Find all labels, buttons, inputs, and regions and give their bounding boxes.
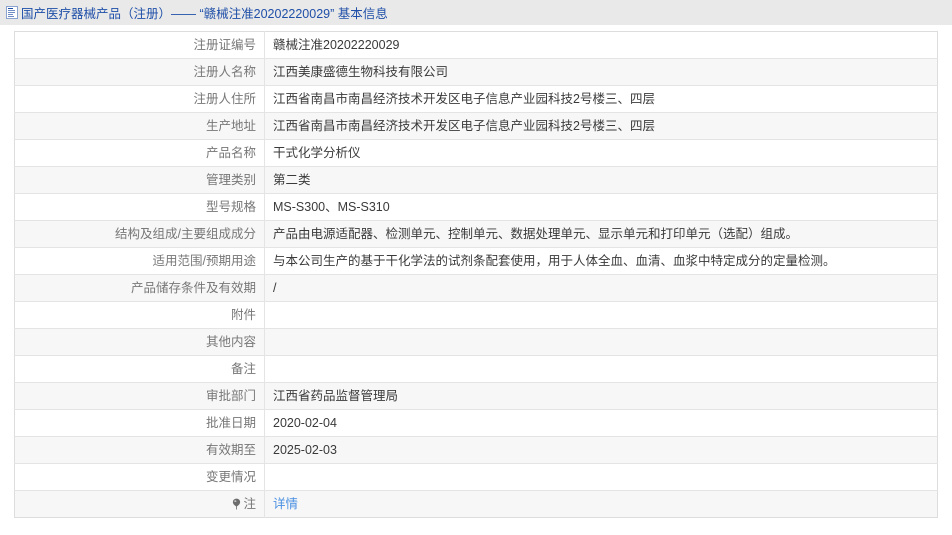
row-value: 江西美康盛德生物科技有限公司: [264, 58, 938, 86]
row-value: 2020-02-04: [264, 409, 938, 437]
page-header: 国产医疗器械产品（注册）—— “赣械注准20202220029” 基本信息: [0, 0, 952, 25]
document-page-icon: [6, 6, 18, 19]
product-info-table: 注册证编号 赣械注准20202220029 注册人名称 江西美康盛德生物科技有限…: [14, 31, 938, 518]
note-label-cell: 注: [14, 490, 265, 518]
row-label: 批准日期: [14, 409, 265, 437]
row-label: 适用范围/预期用途: [14, 247, 265, 275]
table-row: 注册人住所 江西省南昌市南昌经济技术开发区电子信息产业园科技2号楼三、四层: [14, 85, 938, 113]
table-row-note: 注 详情: [14, 490, 938, 518]
row-value: [264, 463, 938, 491]
row-label: 有效期至: [14, 436, 265, 464]
table-row: 产品储存条件及有效期 /: [14, 274, 938, 302]
table-row: 附件: [14, 301, 938, 329]
row-label: 变更情况: [14, 463, 265, 491]
table-row: 注册人名称 江西美康盛德生物科技有限公司: [14, 58, 938, 86]
table-row: 注册证编号 赣械注准20202220029: [14, 31, 938, 59]
row-label: 管理类别: [14, 166, 265, 194]
row-value: 第二类: [264, 166, 938, 194]
row-value: 赣械注准20202220029: [264, 31, 938, 59]
table-row: 其他内容: [14, 328, 938, 356]
row-label: 备注: [14, 355, 265, 383]
row-value: 产品由电源适配器、检测单元、控制单元、数据处理单元、显示单元和打印单元（选配）组…: [264, 220, 938, 248]
row-value: MS-S300、MS-S310: [264, 193, 938, 221]
detail-link[interactable]: 详情: [273, 497, 298, 511]
row-value: 江西省南昌市南昌经济技术开发区电子信息产业园科技2号楼三、四层: [264, 112, 938, 140]
row-value: [264, 355, 938, 383]
table-row: 变更情况: [14, 463, 938, 491]
note-value-cell: 详情: [264, 490, 938, 518]
row-value: 江西省药品监督管理局: [264, 382, 938, 410]
page-title: 国产医疗器械产品（注册）—— “赣械注准20202220029” 基本信息: [21, 7, 388, 21]
row-label: 产品名称: [14, 139, 265, 167]
table-row: 结构及组成/主要组成成分 产品由电源适配器、检测单元、控制单元、数据处理单元、显…: [14, 220, 938, 248]
row-label: 注册证编号: [14, 31, 265, 59]
row-label: 附件: [14, 301, 265, 329]
row-value: [264, 328, 938, 356]
table-row: 适用范围/预期用途 与本公司生产的基于干化学法的试剂条配套使用，用于人体全血、血…: [14, 247, 938, 275]
table-body: 注册证编号 赣械注准20202220029 注册人名称 江西美康盛德生物科技有限…: [14, 31, 938, 518]
table-row: 管理类别 第二类: [14, 166, 938, 194]
note-balloon-icon: [232, 498, 241, 510]
table-row: 型号规格 MS-S300、MS-S310: [14, 193, 938, 221]
row-value: 江西省南昌市南昌经济技术开发区电子信息产业园科技2号楼三、四层: [264, 85, 938, 113]
row-value: [264, 301, 938, 329]
row-value: 干式化学分析仪: [264, 139, 938, 167]
table-row: 批准日期 2020-02-04: [14, 409, 938, 437]
table-row: 生产地址 江西省南昌市南昌经济技术开发区电子信息产业园科技2号楼三、四层: [14, 112, 938, 140]
note-label-text: 注: [243, 497, 256, 511]
row-value: /: [264, 274, 938, 302]
row-label: 注册人名称: [14, 58, 265, 86]
table-row: 有效期至 2025-02-03: [14, 436, 938, 464]
row-label: 结构及组成/主要组成成分: [14, 220, 265, 248]
row-label: 审批部门: [14, 382, 265, 410]
table-row: 审批部门 江西省药品监督管理局: [14, 382, 938, 410]
row-label: 产品储存条件及有效期: [14, 274, 265, 302]
row-label: 型号规格: [14, 193, 265, 221]
row-label: 注册人住所: [14, 85, 265, 113]
table-row: 备注: [14, 355, 938, 383]
info-table-wrapper: 注册证编号 赣械注准20202220029 注册人名称 江西美康盛德生物科技有限…: [0, 25, 952, 518]
row-value: 与本公司生产的基于干化学法的试剂条配套使用，用于人体全血、血清、血浆中特定成分的…: [264, 247, 938, 275]
table-row: 产品名称 干式化学分析仪: [14, 139, 938, 167]
row-label: 其他内容: [14, 328, 265, 356]
row-label: 生产地址: [14, 112, 265, 140]
row-value: 2025-02-03: [264, 436, 938, 464]
